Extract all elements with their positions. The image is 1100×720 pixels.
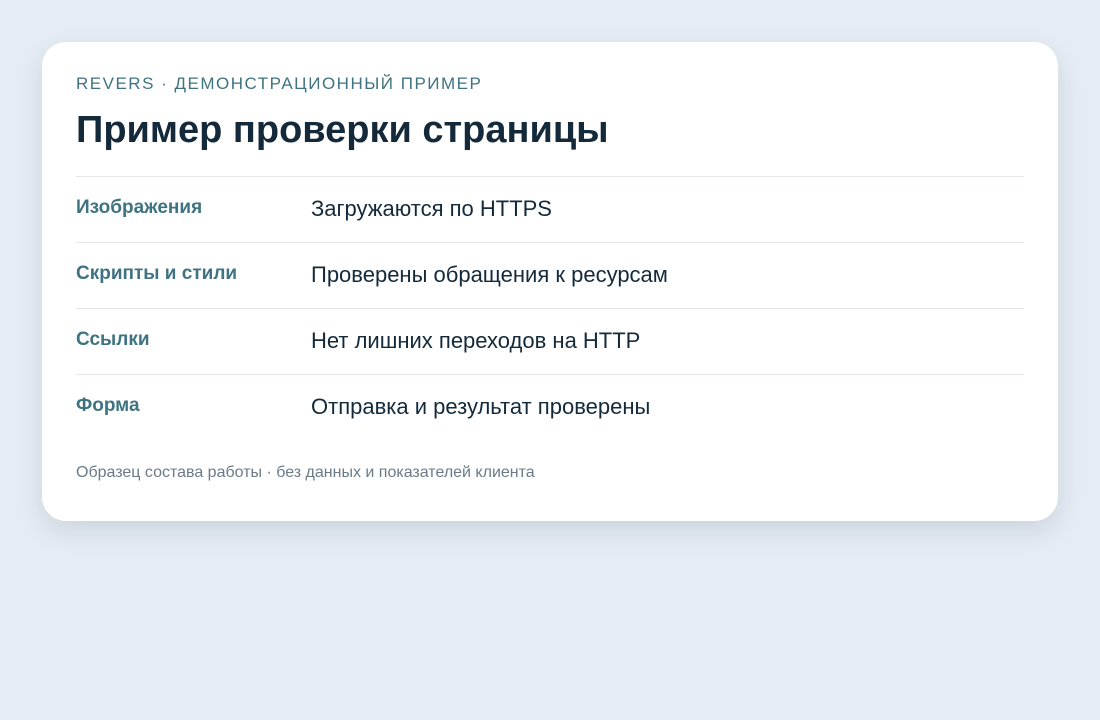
check-card: REVERS · ДЕМОНСТРАЦИОННЫЙ ПРИМЕР Пример …: [42, 42, 1058, 521]
check-row-images: Изображения Загружаются по HTTPS: [76, 177, 1024, 243]
eyebrow-label: REVERS · ДЕМОНСТРАЦИОННЫЙ ПРИМЕР: [76, 74, 483, 93]
check-row-value: Нет лишних переходов на HTTP: [311, 328, 641, 353]
check-row-form: Форма Отправка и результат проверены: [76, 375, 1024, 441]
check-row-links: Ссылки Нет лишних переходов на HTTP: [76, 309, 1024, 375]
check-row-label: Форма: [76, 395, 140, 416]
check-row-value: Проверены обращения к ресурсам: [311, 262, 668, 287]
check-list: Изображения Загружаются по HTTPS Скрипты…: [76, 176, 1024, 441]
page-title: Пример проверки страницы: [76, 109, 609, 151]
check-row-label: Скрипты и стили: [76, 263, 238, 284]
check-row-label: Ссылки: [76, 329, 150, 350]
check-row-value: Отправка и результат проверены: [311, 394, 651, 419]
check-row-label: Изображения: [76, 197, 203, 218]
check-row-value: Загружаются по HTTPS: [311, 196, 552, 221]
check-row-scripts-styles: Скрипты и стили Проверены обращения к ре…: [76, 243, 1024, 309]
footnote: Образец состава работы · без данных и по…: [76, 464, 535, 481]
